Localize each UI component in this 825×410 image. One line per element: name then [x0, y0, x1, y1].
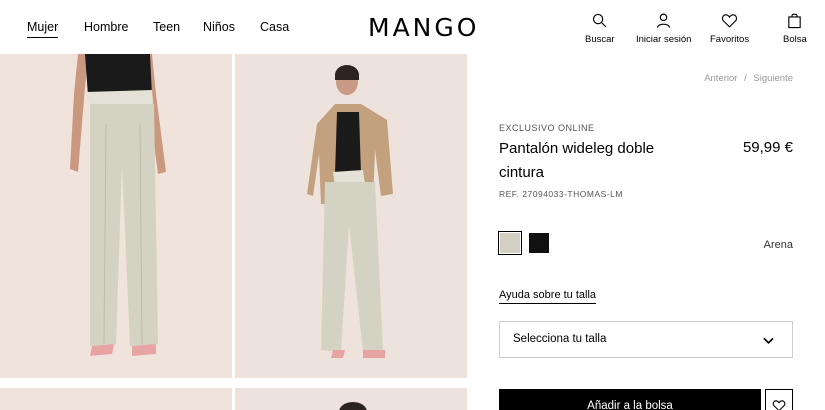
color-swatch-arena[interactable]	[498, 231, 522, 255]
heart-icon	[721, 14, 738, 28]
model-figure-full	[235, 54, 467, 378]
user-icon	[657, 13, 671, 28]
bag-icon	[788, 13, 802, 29]
online-exclusive-label: EXCLUSIVO ONLINE	[499, 123, 595, 133]
size-select-label: Selecciona tu talla	[513, 333, 607, 345]
breadcrumb-separator: /	[744, 73, 747, 84]
size-select[interactable]: Selecciona tu talla	[499, 321, 793, 358]
product-photo-full[interactable]	[235, 54, 467, 378]
nav-casa[interactable]: Casa	[260, 20, 289, 34]
bag-label: Bolsa	[783, 34, 807, 45]
nav-hombre[interactable]: Hombre	[84, 20, 128, 34]
login-label: Iniciar sesión	[636, 34, 692, 45]
nav-teen[interactable]: Teen	[153, 20, 180, 34]
login-button[interactable]: Iniciar sesión	[636, 12, 691, 45]
product-title: Pantalón wideleg doble cintura	[499, 140, 655, 181]
nav-ninos[interactable]: Niños	[203, 20, 235, 34]
product-photo-front[interactable]	[0, 54, 232, 378]
add-to-favorites-button[interactable]	[765, 389, 793, 410]
search-icon	[593, 13, 607, 28]
model-figure-partial	[339, 402, 367, 410]
favorites-button[interactable]: Favoritos	[710, 12, 749, 45]
product-reference: REF. 27094033-THOMAS-LM	[499, 189, 623, 199]
color-swatch-black[interactable]	[529, 233, 549, 253]
prev-next-nav: Anterior / Siguiente	[704, 73, 793, 84]
previous-link[interactable]: Anterior	[704, 73, 737, 84]
site-header: Mujer Hombre Teen Niños Casa MANGO Busca…	[0, 0, 825, 54]
product-photo-4[interactable]	[235, 388, 467, 410]
nav-mujer[interactable]: Mujer	[27, 20, 59, 38]
heart-icon	[772, 400, 786, 410]
brand-logo[interactable]: MANGO	[368, 13, 479, 42]
model-figure-front	[0, 54, 232, 378]
product-photo-3[interactable]	[0, 388, 232, 410]
search-label: Buscar	[585, 34, 615, 45]
chevron-down-icon	[763, 337, 774, 345]
size-help-link[interactable]: Ayuda sobre tu talla	[499, 289, 597, 304]
product-price: 59,99 €	[742, 139, 793, 156]
selected-color-name: Arena	[763, 239, 793, 251]
favorites-label: Favoritos	[710, 34, 750, 45]
add-to-bag-button[interactable]: Añadir a la bolsa	[499, 389, 761, 410]
bag-button[interactable]: Bolsa	[783, 12, 807, 45]
next-link[interactable]: Siguiente	[753, 73, 793, 84]
search-button[interactable]: Buscar	[585, 12, 615, 45]
